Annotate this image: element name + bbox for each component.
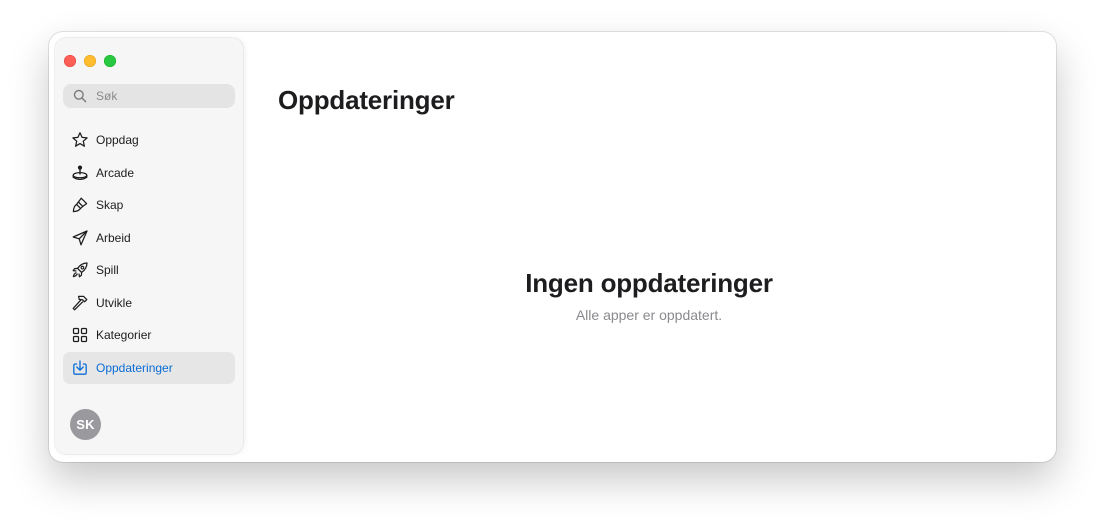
empty-state-subtitle: Alle apper er oppdatert. — [575, 307, 723, 323]
joystick-icon — [71, 164, 89, 182]
sidebar-item-skap[interactable]: Skap — [63, 189, 235, 221]
account-avatar[interactable]: SK — [70, 409, 101, 440]
download-tray-icon — [71, 359, 89, 377]
star-icon — [71, 131, 89, 149]
sidebar-item-label: Arbeid — [96, 230, 131, 245]
paperplane-icon — [71, 229, 89, 247]
sidebar-item-utvikle[interactable]: Utvikle — [63, 287, 235, 319]
rocket-icon — [71, 261, 89, 279]
search-input[interactable] — [96, 84, 231, 108]
grid-icon — [71, 326, 89, 344]
paintbrush-icon — [71, 196, 89, 214]
page-title: Oppdateringer — [278, 85, 455, 115]
sidebar-item-oppdag[interactable]: Oppdag — [63, 124, 235, 156]
sidebar-item-label: Oppdateringer — [96, 360, 173, 375]
sidebar-nav: Oppdag Arcade Skap Arbeid Spill Utvikle … — [63, 124, 235, 384]
sidebar-item-label: Arcade — [96, 165, 135, 180]
hammer-icon — [71, 294, 89, 312]
sidebar-item-label: Oppdag — [96, 133, 139, 147]
sidebar-item-label: Skap — [96, 198, 124, 212]
close-window-button[interactable] — [64, 55, 76, 67]
minimize-window-button[interactable] — [84, 55, 96, 67]
sidebar-item-spill[interactable]: Spill — [63, 254, 235, 286]
sidebar-item-label: Utvikle — [96, 295, 133, 310]
app-window: Oppdag Arcade — [49, 32, 1056, 462]
sidebar-item-arcade[interactable]: Arcade — [63, 157, 235, 189]
empty-state: Ingen oppdateringer Alle apper er oppdat… — [249, 268, 1049, 323]
sidebar-item-label: Spill — [96, 263, 119, 277]
empty-state-title: Ingen oppdateringer — [525, 268, 773, 298]
sidebar-item-oppdateringer[interactable]: Oppdateringer — [63, 351, 235, 384]
zoom-window-button[interactable] — [104, 55, 116, 67]
sidebar-item-kategorier[interactable]: Kategorier — [63, 319, 235, 351]
sidebar-item-label: Kategorier — [96, 328, 152, 342]
sidebar: Oppdag Arcade — [55, 38, 243, 454]
sidebar-item-arbeid[interactable]: Arbeid — [63, 222, 235, 254]
search-field[interactable] — [63, 84, 235, 108]
magnifying-glass-icon — [73, 89, 87, 103]
